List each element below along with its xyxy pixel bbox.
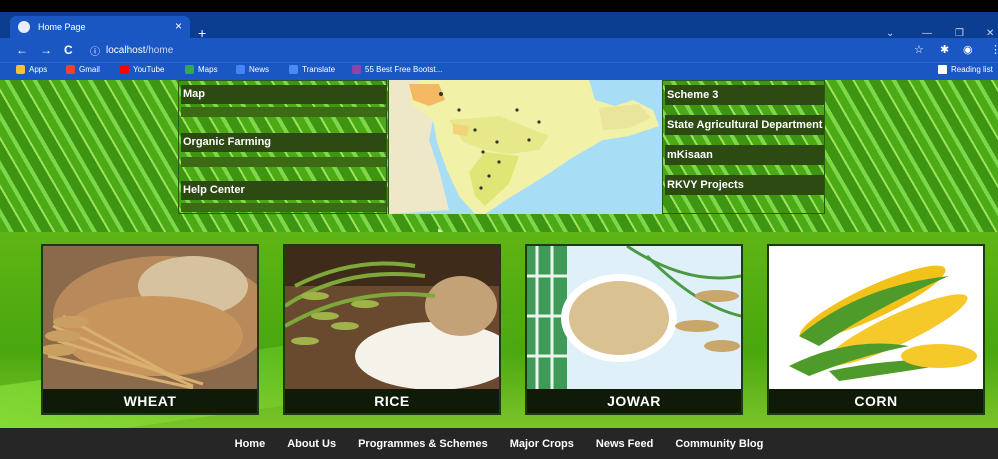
jowar-image <box>527 246 741 389</box>
crop-card-rice[interactable]: RICE <box>283 244 501 415</box>
page-favicon-icon <box>18 21 30 33</box>
menu-spacer <box>181 203 386 212</box>
reading-list[interactable]: Reading list <box>938 65 993 74</box>
crop-card-wheat[interactable]: WHEAT <box>41 244 259 415</box>
crop-card-jowar[interactable]: JOWAR <box>525 244 743 415</box>
crop-cards: WHEAT RICE JOWAR CORN <box>0 244 998 416</box>
bootstrap-icon <box>352 65 361 74</box>
bookmark-youtube[interactable]: YouTube <box>120 65 164 74</box>
map-illustration <box>389 80 662 214</box>
bookmark-maps[interactable]: Maps <box>185 65 218 74</box>
apps-grid-icon <box>16 65 25 74</box>
profile-avatar-icon[interactable]: ◉ <box>963 43 973 56</box>
bookmark-apps[interactable]: Apps <box>16 65 47 74</box>
menu-item-scheme-3[interactable]: Scheme 3 <box>665 85 824 105</box>
url-path: /home <box>145 45 174 56</box>
rice-image <box>285 246 499 389</box>
crop-label-jowar: JOWAR <box>527 389 741 413</box>
screen-top-border <box>0 0 998 12</box>
crop-label-wheat: WHEAT <box>43 389 257 413</box>
browser-tab-bar: Home Page × + ⌄ — ❐ ✕ <box>0 12 998 40</box>
tab-title: Home Page <box>38 22 86 32</box>
news-icon <box>236 65 245 74</box>
footer-link-about-us[interactable]: About Us <box>287 438 336 450</box>
forward-icon[interactable]: → <box>40 43 52 57</box>
wheat-image <box>43 246 257 389</box>
bookmark-translate[interactable]: Translate <box>289 65 335 74</box>
menu-item-rkvy-projects[interactable]: RKVY Projects <box>665 175 824 195</box>
footer-nav: Home About Us Programmes & Schemes Major… <box>0 428 998 459</box>
close-tab-icon[interactable]: × <box>175 20 182 32</box>
gmail-icon <box>66 65 75 74</box>
left-menu: Map Organic Farming Help Center <box>178 80 387 214</box>
maps-icon <box>185 65 194 74</box>
footer-link-major-crops[interactable]: Major Crops <box>510 438 574 450</box>
footer-link-home[interactable]: Home <box>235 438 266 450</box>
reload-icon[interactable]: C <box>64 43 73 57</box>
crop-card-corn[interactable]: CORN <box>767 244 985 415</box>
translate-icon <box>289 65 298 74</box>
menu-item-state-agricultural-department[interactable]: State Agricultural Department <box>665 115 824 135</box>
menu-spacer <box>181 107 386 117</box>
url-host: localhost <box>106 45 146 56</box>
browser-menu-icon[interactable]: ⋮ <box>990 43 998 56</box>
back-icon[interactable]: ← <box>16 43 28 57</box>
extensions-icon[interactable]: ✱ <box>940 43 949 56</box>
corn-image <box>769 246 983 389</box>
youtube-icon <box>120 65 129 74</box>
footer-link-news-feed[interactable]: News Feed <box>596 438 653 450</box>
footer-link-community-blog[interactable]: Community Blog <box>675 438 763 450</box>
india-map[interactable] <box>388 80 662 214</box>
reading-list-icon <box>938 65 947 74</box>
bookmark-news[interactable]: News <box>236 65 269 74</box>
web-page: Map Organic Farming Help Center Scheme 3… <box>0 80 998 459</box>
crop-label-rice: RICE <box>285 389 499 413</box>
bookmark-gmail[interactable]: Gmail <box>66 65 100 74</box>
bookmark-star-icon[interactable]: ☆ <box>914 43 924 56</box>
crop-label-corn: CORN <box>769 389 983 413</box>
menu-item-help-center[interactable]: Help Center <box>181 181 386 200</box>
site-info-icon[interactable]: ⓘ <box>90 43 100 58</box>
footer-link-programmes-schemes[interactable]: Programmes & Schemes <box>358 438 488 450</box>
address-bar[interactable]: ⓘ localhost/home <box>90 43 173 58</box>
bookmark-bootstrap[interactable]: 55 Best Free Bootst... <box>352 65 442 74</box>
menu-item-map[interactable]: Map <box>181 85 386 104</box>
menu-spacer <box>181 157 386 167</box>
right-menu: Scheme 3 State Agricultural Department m… <box>662 80 825 214</box>
menu-item-mkisaan[interactable]: mKisaan <box>665 145 824 165</box>
browser-tab[interactable]: Home Page × <box>10 16 190 38</box>
menu-item-organic-farming[interactable]: Organic Farming <box>181 133 386 152</box>
